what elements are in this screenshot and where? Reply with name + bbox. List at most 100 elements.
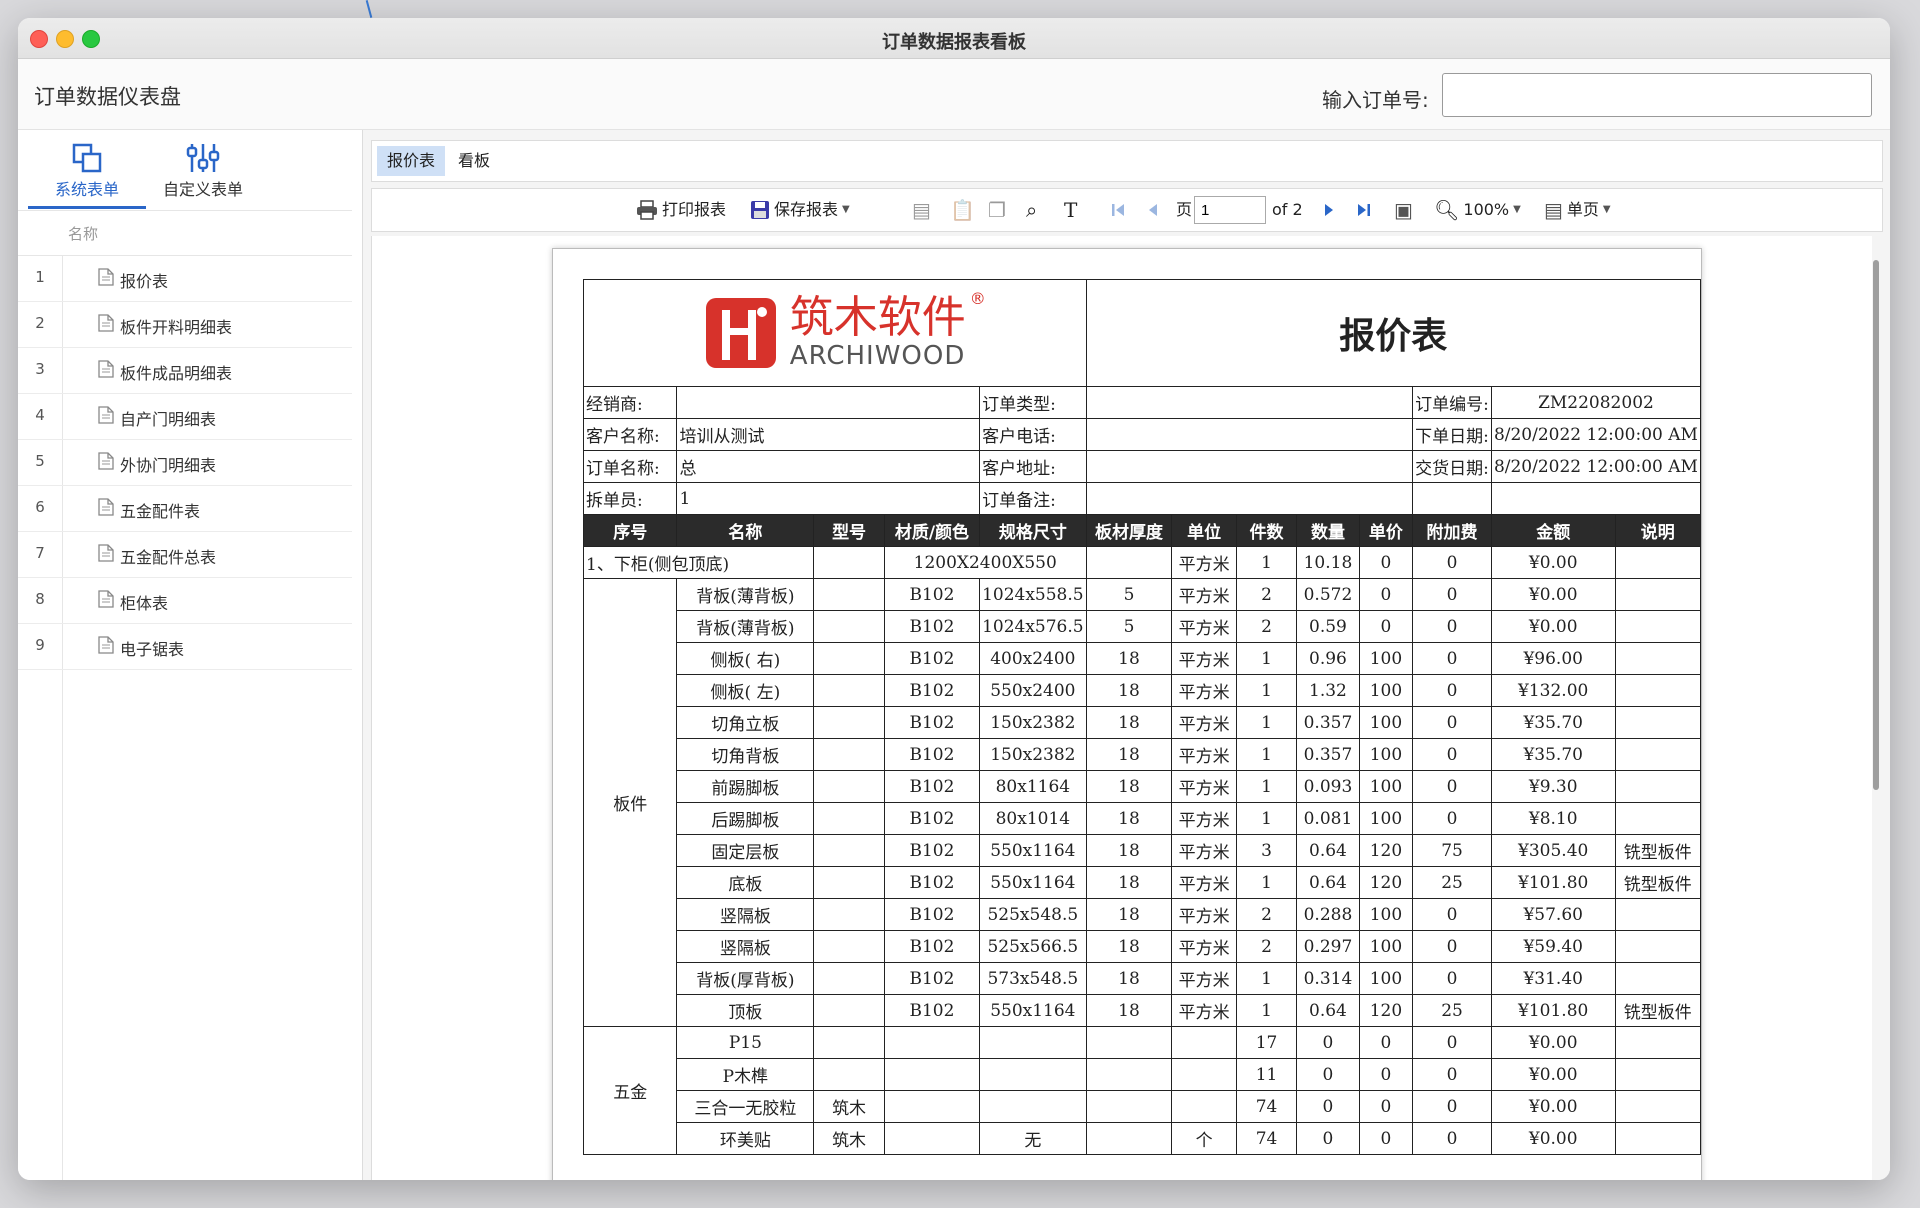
- table-cell: 1: [1235, 706, 1298, 739]
- info-value: 8/20/2022 12:00:00 AM: [1490, 450, 1702, 483]
- table-cell: 0: [1358, 1058, 1414, 1091]
- tab-dashboard[interactable]: 看板: [448, 146, 500, 176]
- previous-page-button[interactable]: [1146, 198, 1160, 222]
- sidebar-item-label: 五金配件表: [120, 502, 201, 521]
- sidebar-item[interactable]: 8 柜体表: [18, 578, 352, 624]
- table-cell: ¥8.10: [1490, 802, 1616, 835]
- sidebar-item[interactable]: 6 五金配件表: [18, 486, 352, 532]
- table-cell: 2: [1235, 930, 1298, 963]
- page-number-input[interactable]: [1194, 196, 1266, 224]
- table-cell: [883, 1090, 981, 1123]
- table-cell: 切角背板: [676, 738, 815, 771]
- sidebar-item[interactable]: 1 报价表: [18, 256, 352, 302]
- sidebar-item[interactable]: 4 自产门明细表: [18, 394, 352, 440]
- table-cell: 2: [1235, 898, 1298, 931]
- tab-custom-forms[interactable]: 自定义表单: [144, 136, 262, 206]
- page-setup-button[interactable]: ▤: [912, 198, 931, 222]
- table-cell: 0.314: [1296, 962, 1360, 995]
- first-page-icon: [1112, 204, 1124, 216]
- first-page-button[interactable]: [1110, 198, 1126, 222]
- sidebar-item[interactable]: 9 电子锯表: [18, 624, 352, 670]
- table-cell: 0: [1412, 802, 1492, 835]
- table-row: 竖隔板 B102 525x548.5 18 平方米 2 0.288 100 0 ¥57.60: [584, 898, 1702, 931]
- zoom-dropdown[interactable]: 🔍︎ 100% ▼: [1434, 198, 1521, 222]
- info-label: 拆单员:: [582, 482, 678, 515]
- table-cell: ¥0.00: [1490, 1122, 1616, 1155]
- info-label: 经销商:: [582, 386, 678, 419]
- sidebar-item[interactable]: 2 板件开料明细表: [18, 302, 352, 348]
- vertical-scrollbar[interactable]: [1873, 260, 1879, 790]
- report-viewer[interactable]: 筑木软件 ARCHIWOOD ® 报价表 经销商: 订单类型: 订单编号: ZM220…: [371, 236, 1872, 1180]
- sidebar-item[interactable]: 3 板件成品明细表: [18, 348, 352, 394]
- report-tabs: 报价表 看板: [371, 140, 1883, 182]
- info-value: ZM22082002: [1490, 386, 1702, 419]
- copy-button[interactable]: ❐: [988, 198, 1006, 222]
- table-row: 背板(厚背板) B102 573x548.5 18 平方米 1 0.314 100 0 ¥31.4…: [584, 962, 1702, 995]
- info-label: 客户地址:: [979, 450, 1087, 483]
- order-number-input[interactable]: [1442, 73, 1872, 117]
- table-cell: [813, 546, 885, 579]
- info-label: 客户名称:: [582, 418, 678, 451]
- table-cell: 1: [1235, 994, 1298, 1027]
- table-cell: 平方米: [1171, 930, 1237, 963]
- table-cell: [1614, 642, 1702, 675]
- view-mode-dropdown[interactable]: ▤ 单页 ▼: [1544, 198, 1611, 222]
- tab-system-forms[interactable]: 系统表单: [28, 136, 146, 209]
- group-label: 板件: [582, 578, 678, 1027]
- table-cell: [813, 802, 885, 835]
- table-cell: 5: [1085, 578, 1173, 611]
- table-cell: B102: [883, 930, 981, 963]
- table-row: 切角背板 B102 150x2382 18 平方米 1 0.357 100 0 ¥35.70: [584, 738, 1702, 771]
- table-cell: B102: [883, 962, 981, 995]
- table-row: 后踢脚板 B102 80x1014 18 平方米 1 0.081 100 0 ¥8.10: [584, 802, 1702, 835]
- table-cell: 1.32: [1296, 674, 1360, 707]
- table-cell: ¥305.40: [1490, 834, 1616, 867]
- table-row: 前踢脚板 B102 80x1164 18 平方米 1 0.093 100 0 ¥9.30: [584, 770, 1702, 803]
- table-cell: ¥0.00: [1490, 1026, 1616, 1059]
- table-cell: 1: [1235, 962, 1298, 995]
- table-cell: 100: [1358, 738, 1414, 771]
- save-report-button[interactable]: 保存报表 ▼: [750, 198, 850, 222]
- chevron-down-icon: ▼: [1602, 204, 1611, 215]
- view-thumbnail-button[interactable]: ▣: [1394, 198, 1413, 222]
- document-icon: [98, 314, 114, 336]
- info-value: 1: [676, 482, 981, 515]
- table-cell: [883, 1122, 981, 1155]
- paste-button[interactable]: 📋: [950, 198, 975, 222]
- table-cell: 1: [1235, 642, 1298, 675]
- sidebar-item-label: 板件开料明细表: [120, 318, 233, 337]
- table-cell: 100: [1358, 642, 1414, 675]
- text-icon: T: [1064, 198, 1078, 222]
- table-cell: 后踢脚板: [676, 802, 815, 835]
- sidebar-item[interactable]: 7 五金配件总表: [18, 532, 352, 578]
- table-cell: 18: [1085, 898, 1173, 931]
- text-format-button[interactable]: T: [1064, 198, 1077, 222]
- table-cell: 0: [1412, 738, 1492, 771]
- print-report-button[interactable]: 打印报表: [636, 198, 726, 222]
- table-cell: 150x2382: [979, 706, 1087, 739]
- table-cell: [813, 1026, 885, 1059]
- table-cell: 固定层板: [676, 834, 815, 867]
- table-cell: 0: [1296, 1090, 1360, 1123]
- sidebar-item[interactable]: 5 外协门明细表: [18, 440, 352, 486]
- table-cell: [813, 738, 885, 771]
- row-number: 5: [35, 452, 45, 470]
- table-cell: 525x548.5: [979, 898, 1087, 931]
- table-cell: 0.297: [1296, 930, 1360, 963]
- table-cell: [1085, 1026, 1173, 1059]
- tab-quote[interactable]: 报价表: [377, 146, 446, 176]
- table-cell: B102: [883, 578, 981, 611]
- app-title: 订单数据仪表盘: [34, 85, 181, 109]
- next-page-button[interactable]: [1322, 198, 1336, 222]
- column-header: 金额: [1490, 514, 1616, 547]
- table-cell: B102: [883, 770, 981, 803]
- printer-icon: [637, 200, 657, 220]
- last-page-button[interactable]: [1356, 198, 1372, 222]
- table-cell: 平方米: [1171, 642, 1237, 675]
- column-header: 单位: [1171, 514, 1237, 547]
- find-button[interactable]: ⌕: [1026, 198, 1037, 222]
- table-cell: [1171, 1058, 1237, 1091]
- app-window: 订单数据报表看板 订单数据仪表盘 输入订单号: 系统表单 自定义表单 名称 1 …: [18, 18, 1890, 1180]
- column-header: 型号: [813, 514, 885, 547]
- table-cell: 侧板( 右): [676, 642, 815, 675]
